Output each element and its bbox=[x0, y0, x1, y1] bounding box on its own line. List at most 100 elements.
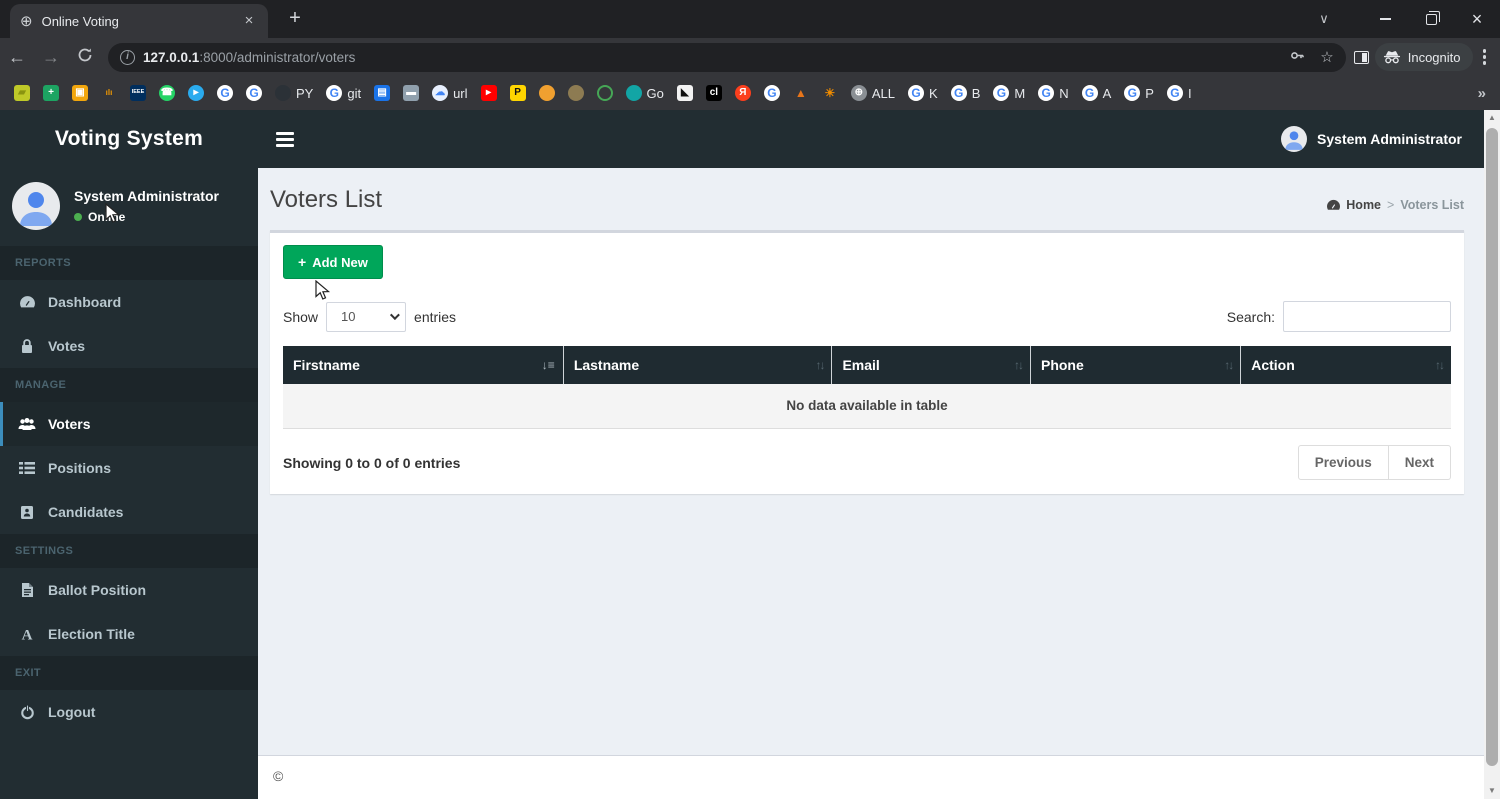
sort-icon: ↑↓ bbox=[1224, 358, 1234, 372]
bookmark-star-icon[interactable]: ☆ bbox=[1320, 48, 1333, 66]
new-tab-button[interactable]: + bbox=[282, 6, 308, 32]
restore-button[interactable] bbox=[1408, 0, 1454, 38]
bookmark-sun[interactable]: ☀ bbox=[822, 85, 838, 101]
bookmark-film[interactable]: ▤ bbox=[374, 85, 391, 101]
password-key-icon[interactable] bbox=[1289, 47, 1306, 68]
close-button[interactable]: × bbox=[1454, 0, 1500, 38]
bookmark-label: ALL bbox=[871, 85, 896, 101]
bookmark-whatsapp[interactable]: ☎ bbox=[159, 85, 175, 101]
page-scrollbar[interactable]: ▲ ▼ bbox=[1484, 110, 1500, 799]
column-header-firstname[interactable]: Firstname ↓≡ bbox=[283, 346, 564, 384]
bookmark-ring[interactable] bbox=[596, 85, 613, 101]
tab-search-icon[interactable]: ∨ bbox=[1304, 0, 1344, 38]
sidebar-nav: REPORTS Dashboard Votes MANAGE Voters Positio… bbox=[0, 246, 258, 734]
browser-menu-icon[interactable] bbox=[1482, 49, 1486, 65]
bookmark-google-m[interactable]: GM bbox=[993, 85, 1025, 101]
bookmark-google-i[interactable]: GI bbox=[1166, 85, 1192, 101]
bookmark-yandex[interactable]: Я bbox=[734, 85, 751, 101]
side-panel-icon[interactable] bbox=[1353, 50, 1369, 64]
bookmark-google-git[interactable]: Ggit bbox=[326, 85, 361, 101]
page-length-control: Show 10 entries bbox=[283, 301, 456, 332]
all-globe-icon: ⊕ bbox=[850, 85, 867, 101]
bookmark-google-a[interactable]: GA bbox=[1081, 85, 1111, 101]
table-empty-row: No data available in table bbox=[283, 384, 1451, 429]
youtube-icon: ▸ bbox=[480, 85, 497, 101]
google-icon: G bbox=[246, 85, 262, 101]
sidebar-item-label: Ballot Position bbox=[48, 582, 146, 598]
address-bar[interactable]: i 127.0.0.1:8000/administrator/voters ☆ bbox=[108, 42, 1346, 72]
bookmark-label: url bbox=[453, 85, 468, 101]
sidebar-item-label: Election Title bbox=[48, 626, 135, 642]
bookmark-cart[interactable] bbox=[567, 85, 584, 101]
minimize-button[interactable] bbox=[1362, 0, 1408, 38]
scroll-down-icon[interactable]: ▼ bbox=[1484, 783, 1500, 799]
bookmark-ieee[interactable]: IEEE bbox=[130, 85, 146, 101]
bookmark-google-n[interactable]: GN bbox=[1038, 85, 1069, 101]
browser-tab[interactable]: ⊕ Online Voting × bbox=[10, 4, 268, 38]
sidebar-item-candidates[interactable]: Candidates bbox=[0, 490, 258, 534]
reload-icon[interactable] bbox=[68, 47, 102, 68]
tab-close-icon[interactable]: × bbox=[240, 12, 258, 30]
copyright: © bbox=[273, 768, 284, 784]
bookmark-analytics[interactable]: ılı bbox=[101, 85, 117, 101]
bookmark-github[interactable]: PY bbox=[275, 85, 313, 101]
bookmark-sheets[interactable]: + bbox=[43, 85, 59, 101]
bookmark-eagle-doc[interactable]: ◣ bbox=[676, 85, 693, 101]
bookmark-go-site[interactable]: Go bbox=[625, 85, 664, 101]
content-area: Voters List Home > Voters List + Add New bbox=[258, 168, 1484, 799]
bookmark-google-k[interactable]: GK bbox=[908, 85, 938, 101]
bookmark-url-shortener[interactable]: ☁ url bbox=[432, 85, 468, 101]
sidebar-item-votes[interactable]: Votes bbox=[0, 324, 258, 368]
sheets-icon: + bbox=[43, 85, 59, 101]
bookmark-google[interactable]: G bbox=[246, 85, 262, 101]
bookmark-google-p[interactable]: GP bbox=[1124, 85, 1154, 101]
bookmarks-overflow-icon[interactable]: » bbox=[1478, 85, 1486, 102]
sidebar-item-ballot-position[interactable]: Ballot Position bbox=[0, 568, 258, 612]
bookmark-briefcase[interactable]: ▬ bbox=[403, 85, 420, 101]
bookmark-youtube[interactable]: ▸ bbox=[480, 85, 497, 101]
navbar-user-menu[interactable]: System Administrator bbox=[1281, 126, 1462, 152]
sidebar-item-dashboard[interactable]: Dashboard bbox=[0, 280, 258, 324]
scroll-up-icon[interactable]: ▲ bbox=[1484, 110, 1500, 126]
bookmark-google-b[interactable]: GB bbox=[950, 85, 980, 101]
sidebar-item-label: Positions bbox=[48, 460, 112, 476]
column-header-lastname[interactable]: Lastname ↑↓ bbox=[562, 346, 832, 384]
bookmark-google[interactable]: G bbox=[763, 85, 780, 101]
sidebar-item-label: Logout bbox=[48, 704, 96, 720]
sidebar-toggle-icon[interactable] bbox=[276, 131, 294, 147]
bookmark-p-badge[interactable]: P bbox=[509, 85, 526, 101]
site-info-icon[interactable]: i bbox=[120, 49, 135, 65]
column-header-action[interactable]: Action ↑↓ bbox=[1240, 346, 1451, 384]
next-button[interactable]: Next bbox=[1388, 445, 1451, 480]
bookmark-kami[interactable]: ▰ bbox=[14, 85, 30, 101]
movie-camera-icon bbox=[538, 85, 555, 101]
sidebar-item-voters[interactable]: Voters bbox=[0, 402, 258, 446]
bookmark-google[interactable]: G bbox=[217, 85, 233, 101]
sidebar-item-logout[interactable]: Logout bbox=[0, 690, 258, 734]
bookmark-photos[interactable]: ▣ bbox=[72, 85, 88, 101]
mouse-cursor bbox=[105, 203, 121, 223]
sort-icon: ↑↓ bbox=[1013, 358, 1024, 372]
search-input[interactable] bbox=[1283, 301, 1451, 332]
online-dot-icon bbox=[74, 213, 82, 221]
scrollbar-thumb[interactable] bbox=[1486, 128, 1498, 766]
sidebar-user-panel: System Administrator Online bbox=[0, 168, 258, 246]
bookmark-matlab[interactable]: ▲ bbox=[793, 85, 809, 101]
yandex-icon: Я bbox=[734, 85, 751, 101]
previous-button[interactable]: Previous bbox=[1297, 445, 1389, 480]
avatar bbox=[12, 182, 60, 230]
sidebar-item-positions[interactable]: Positions bbox=[0, 446, 258, 490]
column-header-phone[interactable]: Phone ↑↓ bbox=[1029, 346, 1241, 384]
bookmark-label: N bbox=[1059, 85, 1069, 101]
add-new-button[interactable]: + Add New bbox=[283, 245, 383, 279]
bookmark-movie-camera[interactable] bbox=[538, 85, 555, 101]
column-header-email[interactable]: Email ↑↓ bbox=[831, 346, 1031, 384]
breadcrumb-home[interactable]: Home bbox=[1326, 198, 1381, 212]
page-length-select[interactable]: 10 bbox=[326, 301, 407, 332]
sidebar-item-election-title[interactable]: A Election Title bbox=[0, 612, 258, 656]
back-icon[interactable]: ← bbox=[0, 47, 34, 68]
bookmark-all-globe[interactable]: ⊕ ALL bbox=[850, 85, 896, 101]
forward-icon[interactable]: → bbox=[34, 47, 68, 68]
bookmark-telegram[interactable]: ▸ bbox=[188, 85, 204, 101]
bookmark-cl-badge[interactable]: cl bbox=[705, 85, 722, 101]
